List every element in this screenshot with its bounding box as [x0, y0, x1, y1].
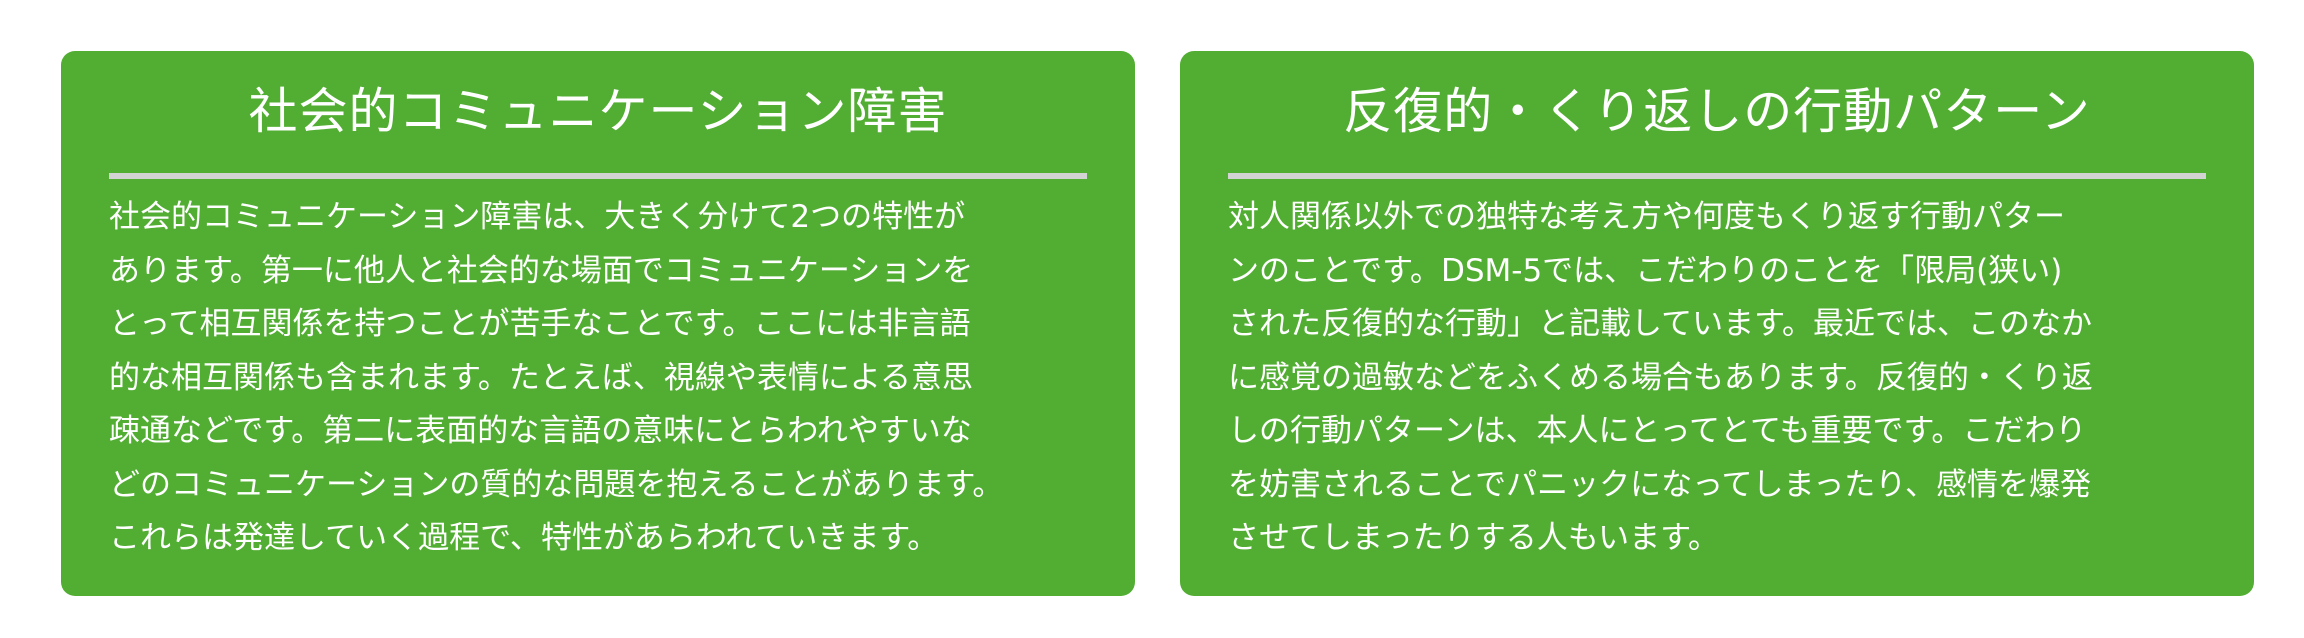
body-line: とって相互関係を持つことが苦手なことです。ここには非言語: [109, 306, 971, 342]
body-line: これらは発達していく過程で、特性があらわれていきます。: [109, 520, 939, 556]
body-line: あります。第一に他人と社会的な場面でコミュニケーションを: [109, 252, 974, 289]
body-line: 的な相互関係も含まれます。たとえば、視線や表情による意思: [109, 359, 973, 396]
body-line: 社会的コミュニケーション障害は、大きく分けて2つの特性が: [109, 199, 966, 235]
card-title: 反復的・くり返しの行動パターン: [1343, 83, 2091, 140]
repetitive-behavior-card: 反復的・くり返しの行動パターン 対人関係以外での独特な考え方や何度もくり返す行動…: [1180, 51, 2254, 596]
body-line: を妨害されることでパニックになってしまったり、感情を爆発: [1228, 466, 2092, 503]
body-line: させてしまったりする人もいます。: [1228, 520, 1720, 556]
card-body-text: 対人関係以外での独特な考え方や何度もくり返す行動パター ンのことです。DSM-5…: [1228, 179, 2206, 566]
body-line: に感覚の過敏などをふくめる場合もあります。反復的・くり返: [1228, 359, 2093, 396]
card-body-text: 社会的コミュニケーション障害は、大きく分けて2つの特性が あります。第一に他人と…: [109, 179, 1087, 566]
body-line: どのコミュニケーションの質的な問題を抱えることがあります。: [109, 466, 1004, 503]
body-line: しの行動パターンは、本人にとってとても重要です。こだわり: [1228, 413, 2087, 449]
card-title: 社会的コミュニケーション障害: [248, 83, 948, 140]
body-line: 対人関係以外での独特な考え方や何度もくり返す行動パター: [1228, 199, 2065, 235]
body-line: された反復的な行動」と記載しています。最近では、このなか: [1228, 306, 2092, 342]
body-line: ンのことです。DSM-5では、こだわりのことを「限局(狭い): [1228, 252, 2063, 289]
social-communication-card: 社会的コミュニケーション障害 社会的コミュニケーション障害は、大きく分けて2つの…: [61, 51, 1135, 596]
body-line: 疎通などです。第二に表面的な言語の意味にとらわれやすいな: [109, 413, 972, 449]
